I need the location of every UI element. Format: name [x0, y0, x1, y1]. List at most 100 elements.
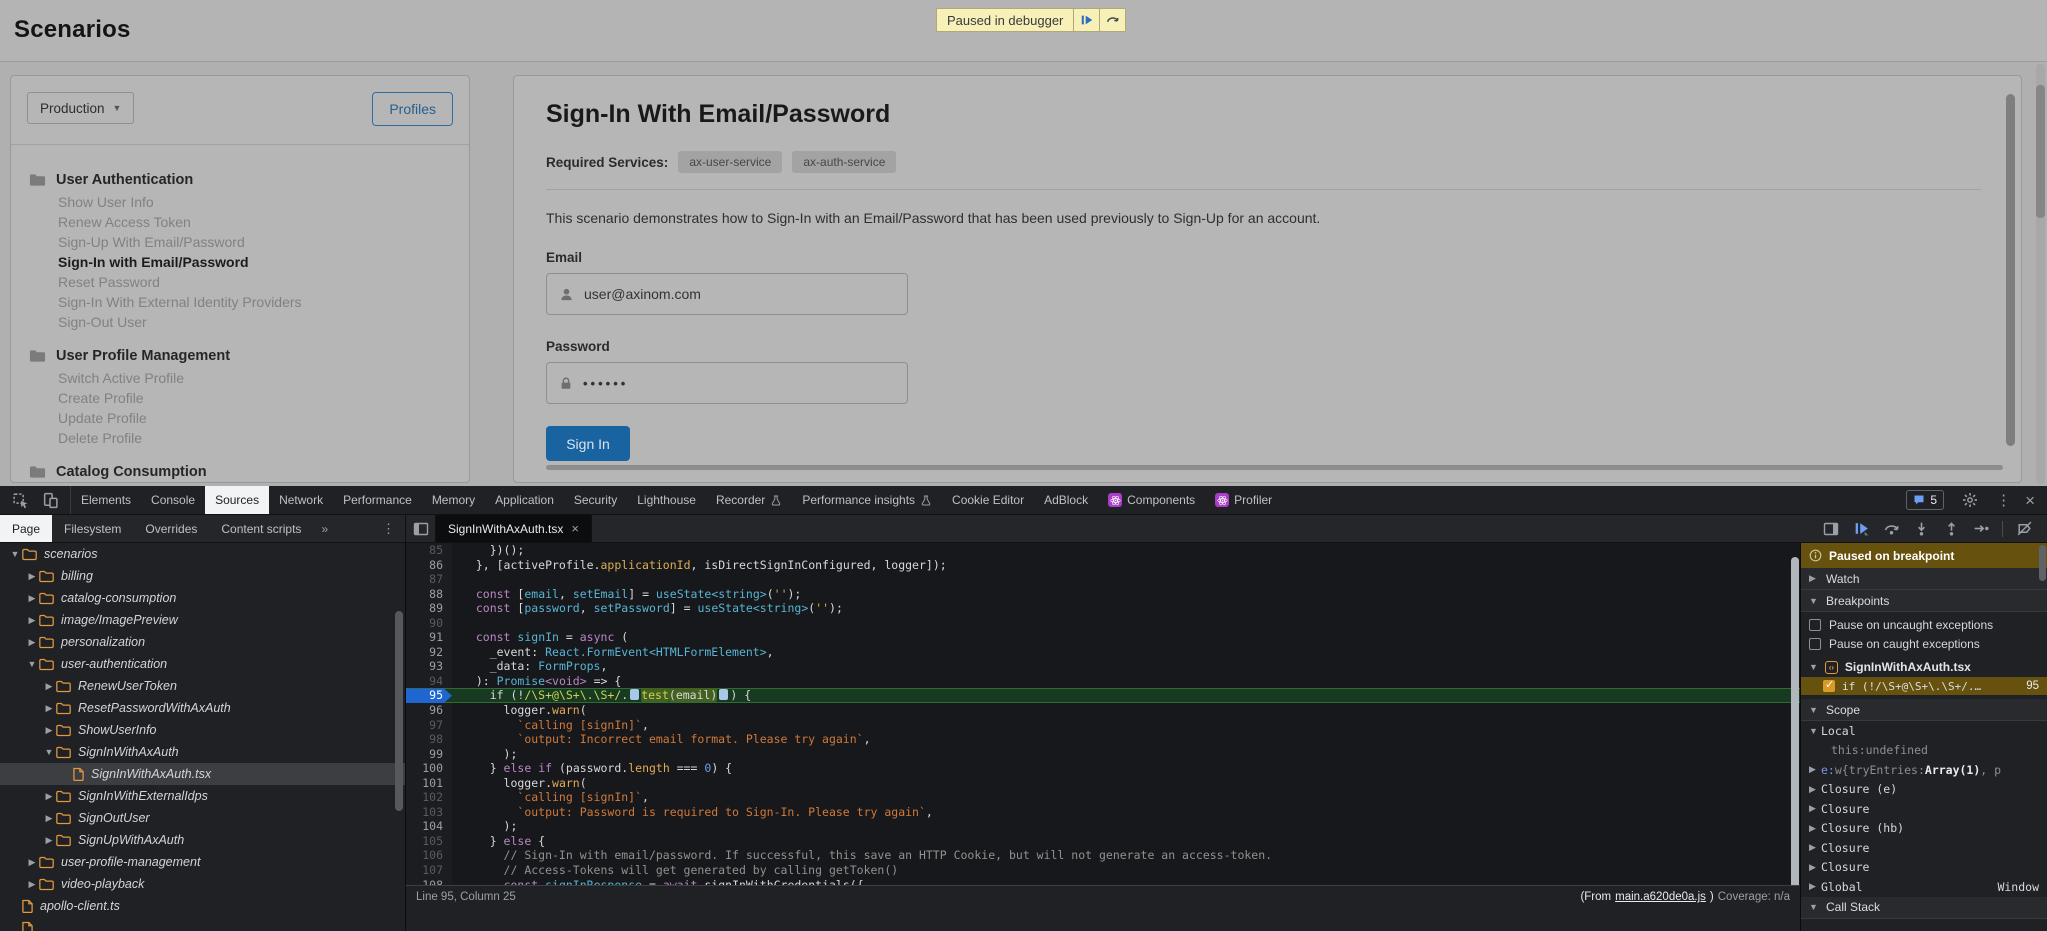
tab-elements[interactable]: Elements: [71, 486, 141, 514]
tree-item-signinwithaxauth-tsx[interactable]: SignInWithAxAuth.tsx: [0, 763, 405, 785]
chevron-right-icon[interactable]: ▶: [42, 835, 56, 846]
tree-item-renewusertoken[interactable]: ▶RenewUserToken: [0, 675, 405, 697]
chevron-down-icon[interactable]: ▼: [1809, 726, 1821, 736]
chevron-right-icon[interactable]: ▶: [1809, 803, 1821, 814]
scope-row[interactable]: ▶Closure: [1801, 799, 2047, 819]
close-devtools-icon[interactable]: ×: [2025, 492, 2035, 509]
close-file-tab-icon[interactable]: ×: [571, 521, 579, 536]
code-editor[interactable]: 85 })();86 }, [activeProfile.application…: [406, 543, 1800, 885]
tab-lighthouse[interactable]: Lighthouse: [627, 486, 706, 514]
gutter-line-number[interactable]: 106: [406, 848, 452, 863]
tab-network[interactable]: Network: [269, 486, 333, 514]
tree-item-signinwithexternalidps[interactable]: ▶SignInWithExternalIdps: [0, 785, 405, 807]
chevron-down-icon[interactable]: ▼: [8, 549, 22, 559]
tab-profiler[interactable]: Profiler: [1205, 486, 1282, 514]
gutter-line-number[interactable]: 99: [406, 747, 452, 762]
pause-caught-row[interactable]: Pause on caught exceptions: [1801, 634, 2047, 653]
tree-item-partial[interactable]: [0, 917, 405, 931]
chevron-right-icon[interactable]: ▶: [1809, 862, 1821, 873]
step-button[interactable]: [1968, 517, 1994, 541]
sidebar-item-sign-in-with-email-password[interactable]: Sign-In with Email/Password: [58, 252, 451, 272]
tab-cookie-editor[interactable]: Cookie Editor: [942, 486, 1034, 514]
gutter-line-number[interactable]: 98: [406, 732, 452, 747]
tree-item-apollo-client-ts[interactable]: apollo-client.ts: [0, 895, 405, 917]
tree-item-catalog-consumption[interactable]: ▶catalog-consumption: [0, 587, 405, 609]
navigator-tab-overrides[interactable]: Overrides: [133, 515, 209, 542]
tree-item-signoutuser[interactable]: ▶SignOutUser: [0, 807, 405, 829]
toggle-navigator-sidebar-icon[interactable]: [406, 515, 436, 542]
scope-row[interactable]: ▶e: w {tryEntries: Array(1), p: [1801, 760, 2047, 780]
gutter-line-number[interactable]: 91: [406, 630, 452, 645]
issues-counter[interactable]: 5: [1906, 490, 1944, 510]
sourcemap-file-link[interactable]: main.a620de0a.js: [1615, 891, 1706, 903]
gutter-line-number[interactable]: 90: [406, 616, 452, 631]
gutter-line-number[interactable]: 101: [406, 776, 452, 791]
sidebar-item-delete-profile[interactable]: Delete Profile: [58, 428, 451, 448]
more-tabs-icon[interactable]: »: [313, 515, 336, 542]
tab-recorder[interactable]: Recorder: [706, 486, 792, 514]
tab-adblock[interactable]: AdBlock: [1034, 486, 1098, 514]
tree-item-signinwithaxauth[interactable]: ▼SignInWithAxAuth: [0, 741, 405, 763]
tree-item-personalization[interactable]: ▶personalization: [0, 631, 405, 653]
gutter-line-number[interactable]: 108: [406, 878, 452, 885]
navigator-kebab-icon[interactable]: ⋮: [372, 515, 405, 542]
call-stack-section-header[interactable]: ▼ Call Stack: [1801, 897, 2047, 919]
resume-script-icon[interactable]: [1073, 9, 1099, 31]
tree-item-scenarios[interactable]: ▼scenarios: [0, 543, 405, 565]
gutter-line-number[interactable]: 96: [406, 703, 452, 718]
tab-security[interactable]: Security: [564, 486, 627, 514]
chevron-right-icon[interactable]: ▶: [1809, 784, 1821, 795]
tree-item-showuserinfo[interactable]: ▶ShowUserInfo: [0, 719, 405, 741]
tree-item-resetpasswordwithaxauth[interactable]: ▶ResetPasswordWithAxAuth: [0, 697, 405, 719]
sidebar-scrollbar-thumb[interactable]: [2039, 545, 2046, 581]
chevron-right-icon[interactable]: ▶: [42, 703, 56, 714]
gutter-line-number[interactable]: 86: [406, 558, 452, 573]
email-field[interactable]: user@axinom.com: [546, 273, 908, 315]
scope-row[interactable]: this: undefined: [1801, 741, 2047, 761]
chevron-right-icon[interactable]: ▶: [25, 637, 39, 648]
profiles-button[interactable]: Profiles: [372, 92, 453, 126]
step-over-button[interactable]: [1878, 517, 1904, 541]
tab-console[interactable]: Console: [141, 486, 205, 514]
pause-uncaught-row[interactable]: Pause on uncaught exceptions: [1801, 615, 2047, 634]
gutter-line-number[interactable]: 89: [406, 601, 452, 616]
tab-components[interactable]: Components: [1098, 486, 1205, 514]
sidebar-item-sign-up-with-email-password[interactable]: Sign-Up With Email/Password: [58, 232, 451, 252]
navigator-tab-page[interactable]: Page: [0, 515, 52, 542]
breakpoints-section-header[interactable]: ▼ Breakpoints: [1801, 590, 2047, 612]
chevron-right-icon[interactable]: ▶: [1809, 823, 1821, 834]
sidebar-item-switch-active-profile[interactable]: Switch Active Profile: [58, 368, 451, 388]
breakpoint-entry[interactable]: if (!/\S+@\S+\.\S+/.… 95: [1801, 677, 2047, 695]
tab-performance-insights[interactable]: Performance insights: [792, 486, 942, 514]
tree-item-user-profile-management[interactable]: ▶user-profile-management: [0, 851, 405, 873]
step-into-button[interactable]: [1908, 517, 1934, 541]
tree-item-image-imagepreview[interactable]: ▶image/ImagePreview: [0, 609, 405, 631]
gutter-line-number[interactable]: 100: [406, 761, 452, 776]
chevron-down-icon[interactable]: ▼: [42, 747, 56, 757]
toggle-device-toolbar-icon[interactable]: [38, 488, 62, 512]
chevron-right-icon[interactable]: ▶: [42, 813, 56, 824]
chevron-right-icon[interactable]: ▶: [25, 879, 39, 890]
sidebar-item-sign-out-user[interactable]: Sign-Out User: [58, 312, 451, 332]
sidebar-item-update-profile[interactable]: Update Profile: [58, 408, 451, 428]
sign-in-button[interactable]: Sign In: [546, 426, 630, 461]
tree-scrollbar-thumb[interactable]: [395, 611, 403, 811]
scope-row[interactable]: ▶GlobalWindow: [1801, 877, 2047, 897]
panel-vertical-scrollbar[interactable]: [2006, 94, 2015, 446]
chevron-right-icon[interactable]: ▶: [42, 725, 56, 736]
gutter-line-number[interactable]: 97: [406, 718, 452, 733]
page-scrollbar-thumb[interactable]: [2036, 85, 2045, 218]
tab-application[interactable]: Application: [485, 486, 564, 514]
chevron-right-icon[interactable]: ▶: [25, 857, 39, 868]
inline-step-marker[interactable]: [719, 689, 728, 700]
password-field[interactable]: ••••••: [546, 362, 908, 404]
settings-gear-icon[interactable]: [1958, 488, 1982, 512]
breakpoint-file-group[interactable]: ▼ ‹› SignInWithAxAuth.tsx: [1801, 657, 2047, 677]
chevron-right-icon[interactable]: ▶: [25, 571, 39, 582]
chevron-down-icon[interactable]: ▼: [25, 659, 39, 669]
chevron-right-icon[interactable]: ▶: [25, 593, 39, 604]
navigator-tab-filesystem[interactable]: Filesystem: [52, 515, 133, 542]
gutter-line-number[interactable]: 85: [406, 543, 452, 558]
scope-row[interactable]: ▶Closure: [1801, 858, 2047, 878]
chevron-right-icon[interactable]: ▶: [42, 681, 56, 692]
